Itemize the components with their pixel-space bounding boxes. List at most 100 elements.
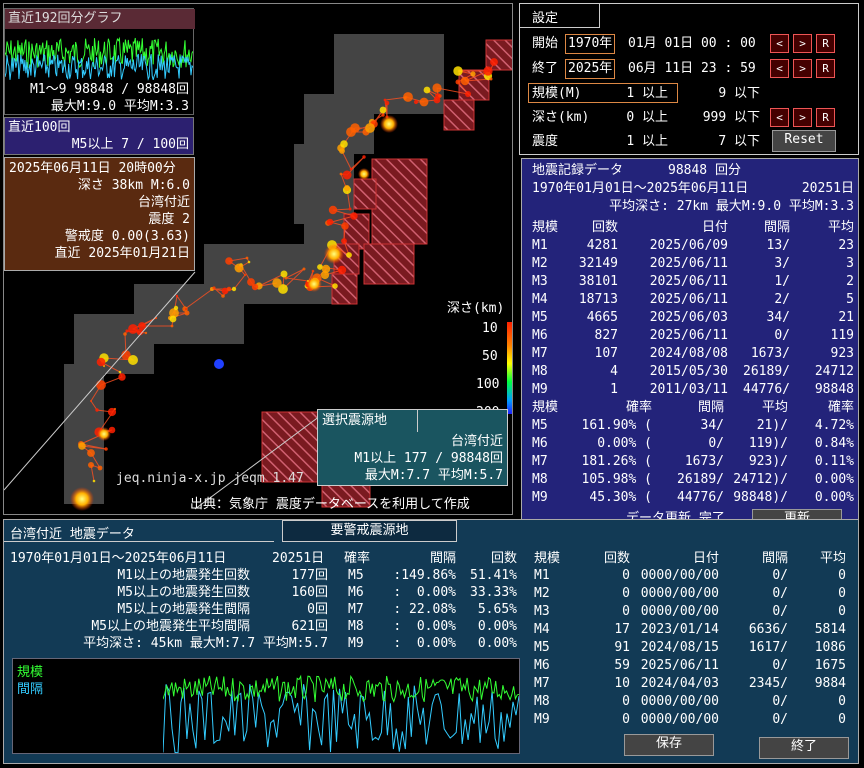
start-reset-button[interactable]: R [816, 34, 835, 53]
intensity-min[interactable]: 1 以上 [612, 133, 668, 150]
region-summary: 平均深さ: 45km 最大M:7.7 平均M:5.7 [83, 636, 328, 651]
bottom-prob-row: :149.86% [393, 568, 456, 583]
bottom-table-row: 17 [614, 622, 630, 637]
record-row: 2011/03/11 [649, 382, 728, 397]
record-row: 5 [846, 292, 854, 307]
bottom-table-row: 5814 [814, 622, 846, 637]
bottom-table-header: 平均 [819, 551, 846, 566]
record-panel: 地震記録データ 98848 回分 1970年01月01日〜2025年06月11日… [521, 158, 859, 536]
probability-header: 確率 [625, 400, 652, 415]
probability-row: 119)/ [748, 436, 788, 451]
record-row: 32149 [578, 256, 618, 271]
record-row: M9 [532, 382, 548, 397]
depth-prev-button[interactable]: < [770, 108, 789, 127]
save-button[interactable]: 保存 [624, 734, 714, 756]
bottom-prob-header: 回数 [490, 551, 517, 566]
start-next-button[interactable]: > [793, 34, 812, 53]
settings-title: 設定 [520, 4, 600, 28]
event-info-panel: 2025年06月11日 20時00分 深さ 38km M:6.0 台湾付近 震度… [4, 157, 195, 271]
recent-192-count: M1〜9 98848 / 98848回 [29, 82, 189, 97]
event-depth-mag: 深さ 38km M:6.0 [77, 178, 190, 193]
start-label: 開始 [532, 36, 559, 51]
end-year[interactable]: 2025年 [565, 59, 616, 79]
probability-row: M5 [532, 418, 548, 433]
region-days: 20251日 [272, 551, 325, 566]
end-reset-button[interactable]: R [816, 59, 835, 78]
recent-100-title: 直近100回 [8, 120, 71, 135]
magnitude-min[interactable]: 1 以上 [612, 85, 668, 102]
bottom-prob-row: 5.65% [477, 602, 517, 617]
record-title: 地震記録データ [532, 163, 624, 178]
record-row: 98848 [814, 382, 854, 397]
probability-row: 161.90% ( [581, 418, 652, 433]
bottom-table-header: 日付 [692, 551, 719, 566]
bottom-table-row: 1086 [814, 640, 846, 655]
region-stat-label: M1以上の地震発生回数 [117, 568, 250, 583]
end-datetime[interactable]: 06月 11日 23 : 59 [628, 60, 756, 77]
selected-epicenter-panel: 選択震源地 台湾付近 M1以上 177 / 98848回 最大M:7.7 平均M… [317, 409, 508, 486]
region-stat-value: 621回 [291, 619, 328, 634]
intensity-max[interactable]: 7 以下 [690, 133, 760, 150]
depth-reset-button[interactable]: R [816, 108, 835, 127]
record-row: 21 [838, 310, 854, 325]
region-stat-value: 160回 [291, 585, 328, 600]
bottom-table-row: 0000/00/00 [640, 694, 719, 709]
probability-row: 0.11% [814, 454, 854, 469]
bottom-table-row: 0 [622, 568, 630, 583]
bottom-table-row: M8 [534, 694, 550, 709]
depth-min[interactable]: 0 以上 [612, 109, 668, 126]
bottom-prob-row: M8 [348, 619, 364, 634]
bottom-table-row: 0 [838, 604, 846, 619]
probability-row: 181.26% ( [581, 454, 652, 469]
bottom-prob-row: M9 [348, 636, 364, 651]
start-prev-button[interactable]: < [770, 34, 789, 53]
bottom-table-row: 0 [622, 604, 630, 619]
bottom-table-row: 0/ [772, 604, 788, 619]
bottom-prob-row: : 0.00% [393, 636, 456, 651]
bottom-prob-row: : 0.00% [393, 619, 456, 634]
probability-row: 923)/ [748, 454, 788, 469]
record-row: M5 [532, 310, 548, 325]
depth-max[interactable]: 999 以下 [680, 109, 760, 126]
event-datetime: 2025年06月11日 20時00分 [9, 161, 176, 176]
depth-next-button[interactable]: > [793, 108, 812, 127]
exit-button[interactable]: 終了 [759, 737, 849, 759]
tab-region-data[interactable]: 台湾付近 地震データ [4, 520, 274, 542]
record-row: 1/ [774, 274, 790, 289]
probability-header: 間隔 [697, 400, 724, 415]
bottom-table-row: 6636/ [748, 622, 788, 637]
record-header: 平均 [827, 220, 854, 235]
bottom-table-row: 1617/ [748, 640, 788, 655]
region-history-chart: 規模 間隔 [12, 658, 520, 754]
start-datetime[interactable]: 01月 01日 00 : 00 [628, 35, 756, 52]
bottom-table-row: 0 [622, 712, 630, 727]
end-next-button[interactable]: > [793, 59, 812, 78]
recent-192-sparkline [5, 36, 193, 81]
record-header: 回数 [591, 220, 618, 235]
bottom-table-row: M6 [534, 658, 550, 673]
bottom-table-row: 59 [614, 658, 630, 673]
bottom-table-row: M7 [534, 676, 550, 691]
bottom-table-row: M2 [534, 586, 550, 601]
recent-100-panel: 直近100回 M5以上 7 / 100回 [4, 117, 194, 155]
bottom-table-row: 2345/ [748, 676, 788, 691]
magnitude-max[interactable]: 9 以下 [690, 85, 760, 102]
record-row: 2025/06/03 [649, 310, 728, 325]
record-row: 827 [594, 328, 618, 343]
probability-row: 34/ [700, 418, 724, 433]
bottom-prob-row: 0.00% [477, 636, 517, 651]
bottom-table-row: 0/ [772, 586, 788, 601]
record-row: 2/ [774, 292, 790, 307]
record-row: 119 [830, 328, 854, 343]
end-prev-button[interactable]: < [770, 59, 789, 78]
start-year[interactable]: 1970年 [565, 34, 616, 54]
bottom-table-row: 0000/00/00 [640, 586, 719, 601]
region-stat-label: M5以上の地震発生回数 [117, 585, 250, 600]
bottom-table-row: 9884 [814, 676, 846, 691]
tab-alert-epicenters[interactable]: 要警戒震源地 [282, 520, 457, 542]
reset-button[interactable]: Reset [772, 130, 836, 152]
bottom-table-row: 1675 [814, 658, 846, 673]
bottom-table-row: 0 [838, 568, 846, 583]
bottom-table-header: 間隔 [761, 551, 788, 566]
record-row: M4 [532, 292, 548, 307]
